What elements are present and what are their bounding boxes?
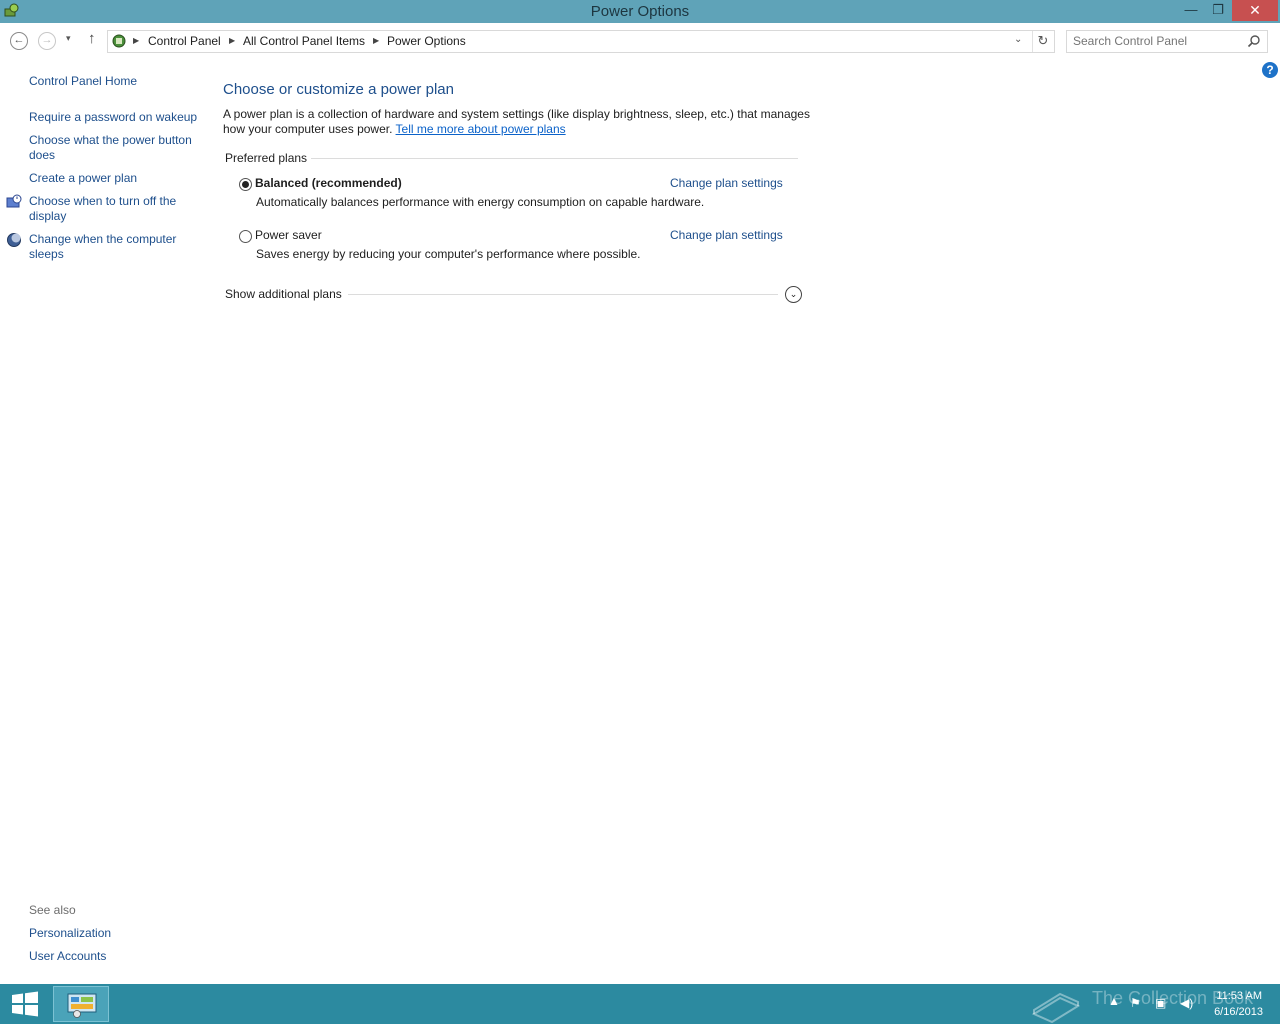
search-box[interactable] [1066, 30, 1268, 53]
balanced-plan-description: Automatically balances performance with … [256, 195, 705, 209]
control-panel-icon [112, 34, 126, 48]
address-bar[interactable]: ▶ Control Panel ▶ All Control Panel Item… [107, 30, 1055, 53]
sidebar-item-control-panel-home[interactable]: Control Panel Home [29, 74, 199, 89]
balanced-radio[interactable] [239, 178, 252, 191]
show-hidden-icons-icon[interactable]: ▲ [1108, 994, 1120, 1008]
window-title: Power Options [590, 3, 690, 20]
breadcrumb-all-items[interactable]: All Control Panel Items [243, 34, 365, 48]
divider [311, 158, 798, 159]
breadcrumb-control-panel[interactable]: Control Panel [148, 34, 221, 48]
power-saver-radio[interactable] [239, 230, 252, 243]
sidebar-item-user-accounts[interactable]: User Accounts [29, 949, 199, 964]
page-title: Choose or customize a power plan [223, 81, 454, 98]
sidebar-item-create-plan[interactable]: Create a power plan [29, 171, 199, 186]
sleep-moon-icon [7, 233, 21, 247]
navigation-bar: ← → ▾ ↑ ▶ Control Panel ▶ All Control Pa… [0, 28, 1280, 54]
search-input[interactable] [1073, 33, 1241, 48]
clock-date[interactable]: 6/16/2013 [1200, 1006, 1263, 1018]
balanced-change-settings-link[interactable]: Change plan settings [670, 176, 783, 190]
divider [348, 294, 778, 295]
taskbar: The Collection Book ▲ ⚑ ▣ ◀) 11:53 AM 6/… [0, 984, 1280, 1024]
display-clock-icon [6, 194, 22, 208]
control-panel-icon [67, 993, 97, 1018]
chevron-down-icon[interactable]: ⌄ [1014, 34, 1022, 45]
preferred-plans-header: Preferred plans [225, 151, 308, 165]
taskbar-control-panel-button[interactable] [53, 986, 109, 1022]
maximize-button[interactable]: ❐ [1205, 0, 1231, 21]
search-icon[interactable] [1247, 34, 1261, 48]
power-saver-plan-name[interactable]: Power saver [255, 228, 322, 242]
forward-button[interactable]: → [38, 32, 56, 50]
sidebar-item-power-button[interactable]: Choose what the power button does [29, 133, 197, 163]
show-additional-plans-label[interactable]: Show additional plans [225, 287, 342, 301]
volume-icon[interactable]: ◀) [1180, 996, 1193, 1010]
refresh-icon[interactable]: ↻ [1032, 31, 1053, 52]
help-icon[interactable]: ? [1262, 62, 1278, 78]
intro-text: A power plan is a collection of hardware… [223, 107, 813, 137]
sidebar-item-require-password[interactable]: Require a password on wakeup [29, 110, 199, 125]
close-button[interactable]: ✕ [1232, 0, 1278, 21]
network-icon[interactable]: ▣ [1155, 996, 1166, 1010]
title-bar: Power Options — ❐ ✕ [0, 0, 1280, 23]
tell-me-more-link[interactable]: Tell me more about power plans [396, 122, 566, 136]
back-button[interactable]: ← [10, 32, 28, 50]
up-button[interactable]: ↑ [88, 30, 96, 47]
book-watermark-icon [1031, 992, 1081, 1024]
see-also-label: See also [29, 903, 76, 917]
windows-start-icon[interactable] [10, 990, 40, 1018]
chevron-right-icon[interactable]: ▶ [373, 36, 379, 45]
power-saver-change-settings-link[interactable]: Change plan settings [670, 228, 783, 242]
expand-additional-plans-button[interactable]: ⌄ [785, 286, 802, 303]
breadcrumb-power-options[interactable]: Power Options [387, 34, 466, 48]
sidebar-item-personalization[interactable]: Personalization [29, 926, 199, 941]
clock-time[interactable]: 11:53 AM [1212, 990, 1262, 1002]
chevron-right-icon[interactable]: ▶ [133, 36, 139, 45]
action-center-flag-icon[interactable]: ⚑ [1130, 996, 1141, 1010]
balanced-plan-name[interactable]: Balanced (recommended) [255, 176, 402, 190]
recent-locations-button[interactable]: ▾ [66, 33, 71, 44]
sidebar-item-display-off[interactable]: Choose when to turn off the display [29, 194, 189, 224]
minimize-button[interactable]: — [1178, 0, 1204, 21]
sidebar-item-computer-sleeps[interactable]: Change when the computer sleeps [29, 232, 189, 262]
power-saver-plan-description: Saves energy by reducing your computer's… [256, 247, 641, 261]
chevron-right-icon[interactable]: ▶ [229, 36, 235, 45]
